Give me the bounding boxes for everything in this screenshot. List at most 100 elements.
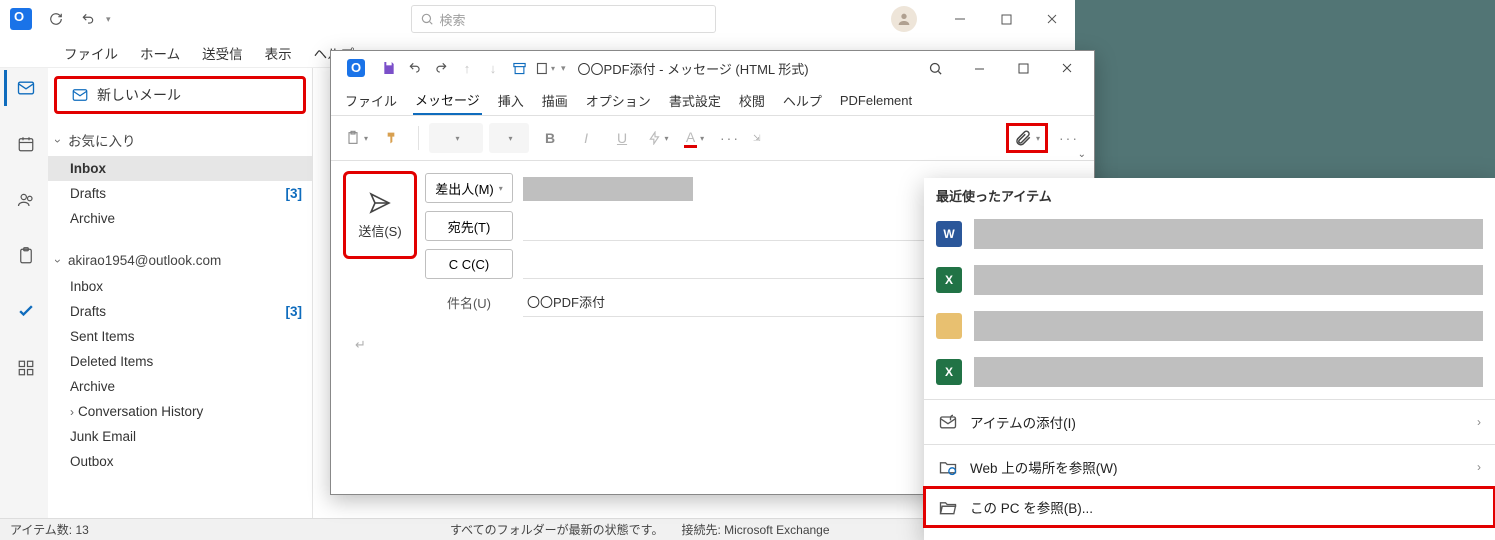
tab-message[interactable]: メッセージ [413, 86, 482, 115]
chevron-right-icon: › [1477, 415, 1481, 429]
excel-file-icon: X [936, 359, 962, 385]
qat-overflow[interactable]: ▾ [561, 63, 566, 74]
format-painter-icon[interactable] [378, 123, 408, 153]
excel-file-icon: X [936, 267, 962, 293]
browse-web-label: Web 上の場所を参照(W) [970, 457, 1118, 477]
tab-review[interactable]: 校閲 [737, 87, 767, 114]
outlook-logo-icon [10, 8, 32, 30]
sync-icon[interactable] [46, 9, 66, 29]
rail-tasks-icon[interactable] [4, 238, 44, 274]
rail-calendar-icon[interactable] [4, 126, 44, 162]
rail-more-icon[interactable] [4, 350, 44, 386]
send-icon [368, 191, 392, 215]
rail-todo-icon[interactable] [4, 294, 44, 330]
tab-file[interactable]: ファイル [343, 87, 399, 114]
from-field [523, 177, 693, 201]
outlook-titlebar: ▾ 検索 [0, 0, 1075, 38]
archive-icon[interactable] [509, 58, 529, 78]
word-file-icon: W [936, 221, 962, 247]
move-icon[interactable]: ▾ [535, 58, 555, 78]
highlight-button[interactable] [643, 123, 673, 153]
browse-pc-option[interactable]: この PC を参照(B)... [924, 487, 1495, 527]
tab-pdfelement[interactable]: PDFelement [838, 89, 914, 112]
body-cursor-marker: ↵ [355, 337, 366, 352]
font-color-button[interactable]: A [679, 123, 709, 153]
font-size-select[interactable] [489, 123, 529, 153]
underline-button[interactable]: U [607, 123, 637, 153]
folder-inbox[interactable]: Inbox [48, 274, 312, 299]
search-icon [420, 12, 434, 26]
undo-icon[interactable] [78, 9, 98, 29]
attach-file-button[interactable]: ▾ [1008, 125, 1046, 151]
recent-file-item[interactable] [936, 303, 1483, 349]
compose-ribbon-tabs: ファイル メッセージ 挿入 描画 オプション 書式設定 校閲 ヘルプ PDFel… [331, 85, 1094, 115]
folder-deleted[interactable]: Deleted Items [48, 349, 312, 374]
compose-search-icon[interactable] [914, 53, 956, 83]
folder-open-icon [938, 497, 958, 517]
compose-maximize-button[interactable] [1002, 53, 1044, 83]
attach-dropdown-panel: 最近使ったアイテム W X X アイテムの添付(I) › Web 上の場所を参照… [924, 178, 1495, 540]
favorites-header[interactable]: お気に入り [48, 122, 312, 156]
menu-sendreceive[interactable]: 送受信 [196, 39, 249, 67]
folder-sent[interactable]: Sent Items [48, 324, 312, 349]
account-header[interactable]: akirao1954@outlook.com [48, 245, 312, 274]
arrow-up-icon[interactable]: ↑ [457, 58, 477, 78]
folder-web-icon [938, 457, 958, 477]
tab-help[interactable]: ヘルプ [781, 87, 824, 114]
bold-button[interactable]: B [535, 123, 565, 153]
qat-overflow-icon[interactable]: ▾ [106, 14, 111, 25]
folder-archive[interactable]: Archive [48, 374, 312, 399]
search-input[interactable]: 検索 [411, 5, 716, 33]
mail-icon [71, 86, 89, 104]
outlook-logo-icon [347, 59, 365, 77]
compose-minimize-button[interactable] [958, 53, 1000, 83]
menu-file[interactable]: ファイル [58, 39, 124, 67]
to-button[interactable]: 宛先(T) [425, 211, 513, 241]
recent-file-item[interactable]: W [936, 211, 1483, 257]
window-close-button[interactable] [1029, 0, 1075, 38]
folder-conversation-history[interactable]: Conversation History [48, 399, 312, 424]
fav-archive[interactable]: Archive [48, 206, 312, 231]
save-icon[interactable] [379, 58, 399, 78]
recent-file-item[interactable]: X [936, 349, 1483, 395]
from-button[interactable]: 差出人(M) [425, 173, 513, 203]
dialog-launcher-icon[interactable]: ⇲ [753, 133, 761, 144]
font-family-select[interactable] [429, 123, 483, 153]
italic-button[interactable]: I [571, 123, 601, 153]
cc-button[interactable]: C C(C) [425, 249, 513, 279]
toolbar-more[interactable]: ··· [715, 123, 745, 153]
browse-web-option[interactable]: Web 上の場所を参照(W) › [924, 447, 1495, 487]
tab-insert[interactable]: 挿入 [496, 87, 526, 114]
rail-mail-icon[interactable] [4, 70, 44, 106]
tab-options[interactable]: オプション [584, 87, 653, 114]
menu-home[interactable]: ホーム [134, 39, 186, 67]
collapse-ribbon-icon[interactable]: ⌄ [1078, 149, 1086, 160]
new-mail-button[interactable]: 新しいメール [56, 78, 304, 112]
avatar[interactable] [891, 6, 917, 32]
chevron-right-icon: › [1477, 460, 1481, 474]
undo-icon[interactable] [405, 58, 425, 78]
search-placeholder: 検索 [440, 10, 466, 29]
menu-view[interactable]: 表示 [259, 39, 298, 67]
recent-file-item[interactable]: X [936, 257, 1483, 303]
tab-draw[interactable]: 描画 [540, 87, 570, 114]
arrow-down-icon[interactable]: ↓ [483, 58, 503, 78]
paste-button[interactable] [341, 123, 372, 153]
folder-drafts[interactable]: Drafts[3] [48, 299, 312, 324]
folder-junk[interactable]: Junk Email [48, 424, 312, 449]
generic-file-icon [936, 313, 962, 339]
window-minimize-button[interactable] [937, 0, 983, 38]
window-maximize-button[interactable] [983, 0, 1029, 38]
folder-outbox[interactable]: Outbox [48, 449, 312, 474]
paperclip-icon [1014, 129, 1032, 147]
fav-drafts[interactable]: Drafts[3] [48, 181, 312, 206]
compose-close-button[interactable] [1046, 53, 1088, 83]
attach-item-label: アイテムの添付(I) [970, 412, 1076, 432]
send-button[interactable]: 送信(S) [345, 173, 415, 257]
tab-format[interactable]: 書式設定 [667, 87, 723, 114]
redo-icon[interactable] [431, 58, 451, 78]
attach-item-option[interactable]: アイテムの添付(I) › [924, 402, 1495, 442]
fav-inbox[interactable]: Inbox [48, 156, 312, 181]
recent-items-header: 最近使ったアイテム [924, 178, 1495, 209]
rail-people-icon[interactable] [4, 182, 44, 218]
